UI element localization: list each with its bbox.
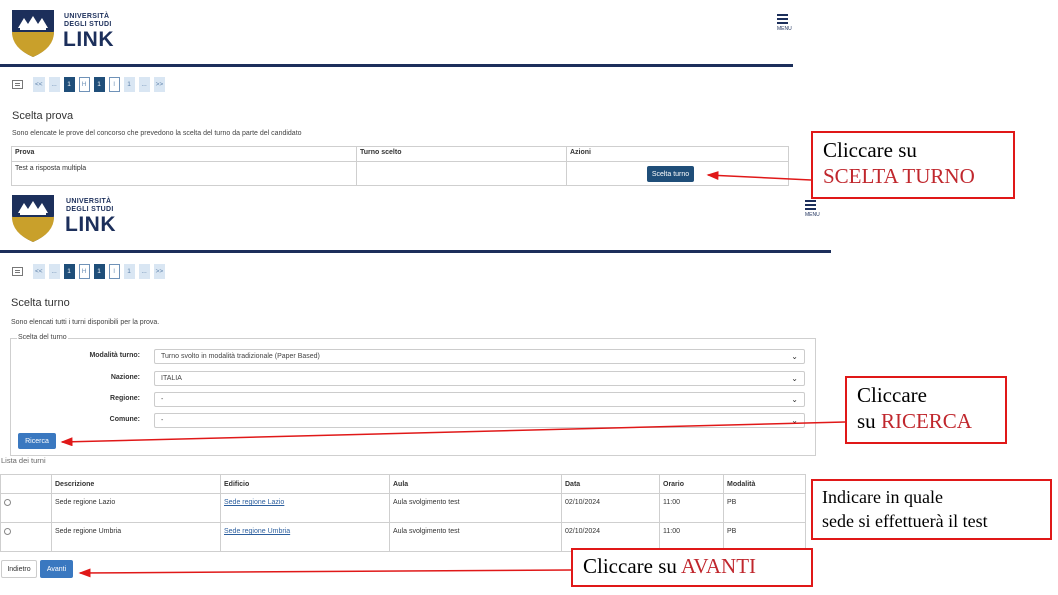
arrow-icon: [60, 171, 846, 578]
arrow-scelta-turno: [706, 171, 812, 181]
arrow-avanti: [78, 568, 572, 578]
arrow-ricerca: [60, 421, 846, 447]
